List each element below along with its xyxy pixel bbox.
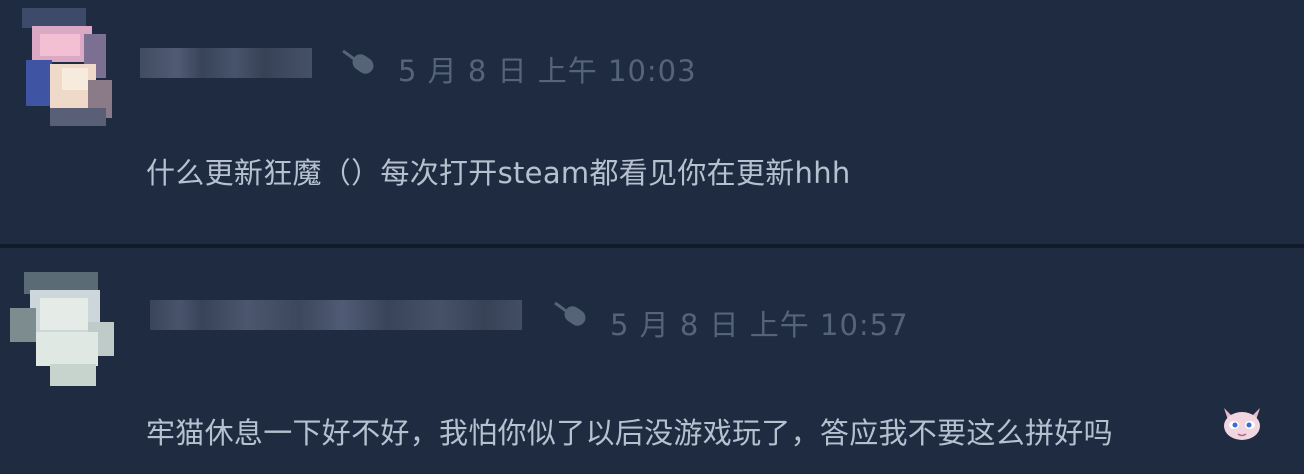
comment-card: 5 月 8 日 上午 10:03 什么更新狂魔（）每次打开steam都看见你在更… <box>0 0 1304 244</box>
avatar[interactable] <box>10 272 116 392</box>
comment-card: 5 月 8 日 上午 10:57 牢猫休息一下好不好，我怕你似了以后没游戏玩了，… <box>0 248 1304 474</box>
comment-text: 牢猫休息一下好不好，我怕你似了以后没游戏玩了，答应我不要这么拼好吗 <box>146 416 1113 450</box>
cat-face-emoji <box>1220 402 1264 442</box>
username[interactable] <box>150 300 522 330</box>
mouse-icon <box>552 298 592 334</box>
avatar[interactable] <box>10 8 116 128</box>
comment-text: 什么更新狂魔（）每次打开steam都看见你在更新hhh <box>146 156 851 190</box>
mouse-icon <box>340 46 380 82</box>
username[interactable] <box>140 48 312 78</box>
comment-timestamp: 5 月 8 日 上午 10:03 <box>398 54 697 88</box>
comment-timestamp: 5 月 8 日 上午 10:57 <box>610 308 909 342</box>
